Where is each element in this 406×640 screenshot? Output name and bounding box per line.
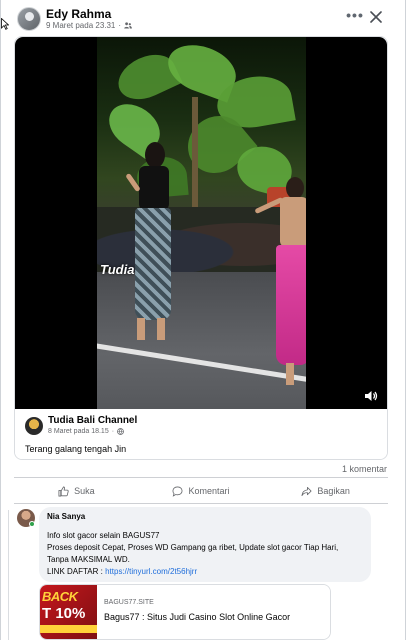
post-header: Edy Rahma 9 Maret pada 23.31 · ••• — [1, 0, 405, 36]
comment-bubble: Nia Sanya Info slot gacor selain BAGUS77… — [39, 507, 371, 582]
comment-link-label: LINK DAFTAR : — [47, 567, 106, 576]
like-label: Suka — [74, 486, 95, 496]
share-button[interactable]: Bagikan — [263, 480, 388, 502]
channel-avatar[interactable] — [25, 417, 43, 435]
link-preview-card[interactable]: BACK T 10% BAGUS77.SITE Bagus77 : Situs … — [39, 584, 331, 640]
dancer-left — [119, 142, 179, 352]
comment-line: Info slot gacor selain BAGUS77 — [47, 531, 160, 540]
video-watermark: Tudia — [100, 262, 135, 277]
comment-button[interactable]: Komentari — [139, 480, 264, 502]
globe-icon[interactable] — [117, 428, 124, 435]
volume-icon[interactable] — [364, 390, 378, 402]
friends-icon[interactable] — [124, 22, 132, 29]
post-meta-dot: · — [118, 21, 122, 30]
divider-bottom — [14, 503, 388, 504]
link-preview-thumbnail[interactable]: BACK T 10% — [40, 585, 97, 639]
channel-meta: 8 Maret pada 18.15 · — [48, 428, 124, 435]
channel-timestamp[interactable]: 8 Maret pada 18.15 — [48, 428, 109, 435]
post-meta: 9 Maret pada 23.31 · — [46, 21, 132, 30]
comment-label: Komentari — [188, 486, 230, 496]
comment-icon — [172, 486, 183, 497]
post-actions-bar: Suka Komentari Bagikan — [14, 480, 388, 502]
comment-line: Proses deposit Cepat, Proses WD Gampang … — [47, 543, 339, 552]
like-button[interactable]: Suka — [14, 480, 139, 502]
online-status-dot — [29, 521, 35, 527]
comment-count[interactable]: 1 komentar — [342, 464, 387, 474]
post-timestamp[interactable]: 9 Maret pada 23.31 — [46, 21, 115, 30]
more-horizontal-icon[interactable]: ••• — [345, 8, 365, 26]
comment-link-line: LINK DAFTAR : https://tinyurl.com/2t56hj… — [47, 567, 197, 576]
thumbnail-text-top: BACK — [42, 589, 78, 604]
shared-video-card[interactable]: Tudia Tudia Bali Channel 8 Maret pada 18… — [14, 36, 388, 460]
thumbnail-text-bottom: T 10% — [42, 605, 86, 622]
channel-meta-dot: · — [111, 428, 115, 435]
shared-caption: Terang galang tengah Jin — [25, 444, 127, 454]
like-icon — [58, 486, 69, 496]
link-preview-title[interactable]: Bagus77 : Situs Judi Casino Slot Online … — [104, 612, 290, 622]
post-author-name[interactable]: Edy Rahma — [46, 7, 111, 21]
channel-name[interactable]: Tudia Bali Channel — [48, 415, 137, 426]
link-preview-domain: BAGUS77.SITE — [104, 599, 154, 606]
reply-rail — [8, 510, 9, 640]
comment-link[interactable]: https://tinyurl.com/2t56hjrr — [105, 567, 197, 576]
video-player[interactable]: Tudia — [15, 37, 387, 409]
dancer-right — [254, 177, 306, 387]
thumbnail-band — [40, 625, 97, 633]
link-preview-info[interactable]: BAGUS77.SITE Bagus77 : Situs Judi Casino… — [102, 585, 330, 639]
close-icon[interactable] — [367, 8, 385, 26]
shared-source-row: Tudia Bali Channel 8 Maret pada 18.15 · … — [15, 409, 387, 459]
author-avatar[interactable] — [17, 7, 41, 31]
video-frame — [97, 37, 306, 409]
post-dialog: Edy Rahma 9 Maret pada 23.31 · ••• Tudia… — [0, 0, 406, 640]
share-label: Bagikan — [317, 486, 350, 496]
share-icon — [301, 486, 312, 496]
comment-line: Tanpa MAKSIMAL WD. — [47, 555, 130, 564]
divider-top — [14, 477, 388, 478]
comment-author[interactable]: Nia Sanya — [47, 512, 85, 521]
